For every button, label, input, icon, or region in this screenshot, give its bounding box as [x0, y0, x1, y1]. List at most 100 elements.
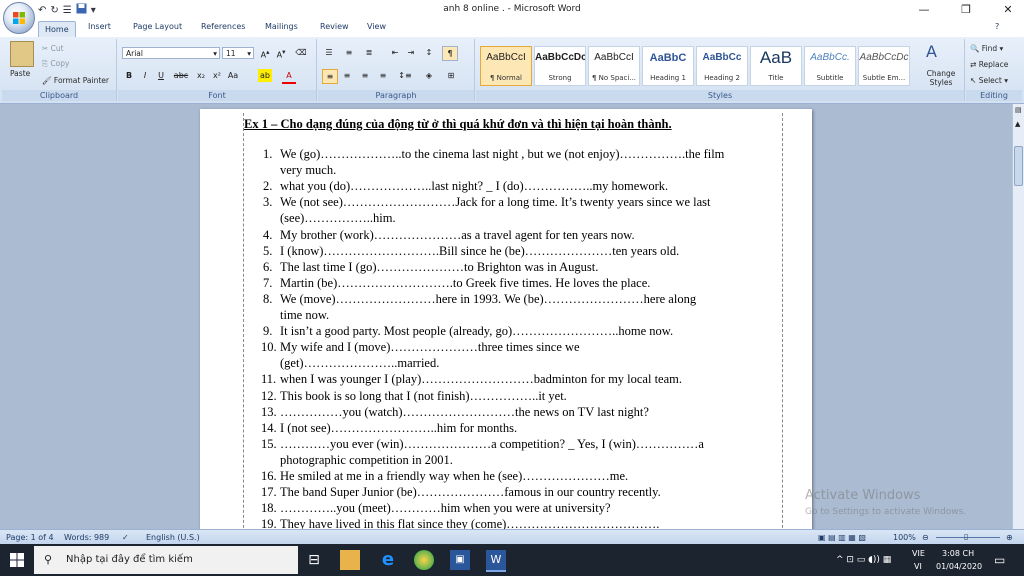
superscript-icon[interactable]: x²	[210, 69, 224, 82]
undo-icon[interactable]: ↶	[38, 5, 46, 16]
tray-icons[interactable]: ^ ⊡ ▭ ◖)) ▦	[836, 555, 891, 565]
minimize-button[interactable]: —	[904, 0, 944, 20]
page-count[interactable]: Page: 1 of 4	[6, 533, 54, 542]
font-size-combo[interactable]: 11 ▾	[222, 47, 254, 59]
input-language-top[interactable]: VIE	[912, 549, 925, 558]
strikethrough-icon[interactable]: abc	[172, 69, 190, 82]
zoom-slider-thumb[interactable]: ▯	[964, 532, 968, 541]
justify-icon[interactable]: ≡	[376, 69, 390, 82]
save-icon[interactable]	[76, 3, 87, 17]
line-spacing-icon[interactable]: ↕≡	[398, 69, 412, 82]
borders-icon[interactable]: ⊞	[444, 69, 458, 82]
text-area[interactable]: Ex 1 – Cho dạng đúng của động từ ở thì q…	[243, 113, 783, 529]
find-button[interactable]: 🔍 Find ▾	[970, 44, 1003, 53]
bullets-icon[interactable]: ☰	[63, 5, 72, 16]
bullets-list-icon[interactable]: ☰	[322, 46, 336, 59]
shading-icon[interactable]: ◈	[422, 69, 436, 82]
view-buttons[interactable]: ▣ ▤ ▥ ▦ ▧	[818, 533, 866, 542]
format-painter-button[interactable]: 🖌 Format Painter	[42, 76, 109, 85]
style-sample: AaB	[759, 48, 793, 67]
help-icon[interactable]: ?	[995, 22, 999, 31]
document-page[interactable]: Ex 1 – Cho dạng đúng của động từ ở thì q…	[200, 109, 812, 529]
copy-button[interactable]: ⎘ Copy	[42, 59, 69, 69]
numbering-icon[interactable]: ≡	[342, 46, 356, 59]
styles-group: AaBbCcI ¶ Normal AaBbCcDc Strong AaBbCcI ¶ No…	[476, 39, 965, 101]
highlight-icon[interactable]: ab	[258, 69, 272, 82]
style-item[interactable]: AaBbCcI ¶ No Spaci...	[588, 46, 640, 86]
clear-format-icon[interactable]: ⌫	[294, 46, 308, 59]
tab-review[interactable]: Review	[320, 22, 349, 31]
font-name-combo[interactable]: Arial ▾	[122, 47, 220, 59]
close-button[interactable]: ✕	[988, 0, 1024, 20]
style-sample: AaBbCc.	[810, 52, 850, 63]
zoom-level[interactable]: 100%	[893, 533, 916, 542]
grow-font-icon[interactable]: A▴	[258, 46, 272, 60]
style-item[interactable]: AaBbCc Heading 2	[696, 46, 748, 86]
style-item[interactable]: AaBbC Heading 1	[642, 46, 694, 86]
exercise-line: what you (do)………………..last night? _ I (do…	[280, 179, 669, 194]
multilevel-list-icon[interactable]: ≣	[362, 46, 376, 59]
word-count[interactable]: Words: 989	[64, 533, 109, 542]
change-case-icon[interactable]: Aa	[226, 69, 240, 82]
clock-date[interactable]: 01/04/2020	[936, 562, 982, 571]
tab-insert[interactable]: Insert	[88, 22, 111, 31]
style-item[interactable]: AaB Title	[750, 46, 802, 86]
show-marks-icon[interactable]: ¶	[442, 46, 458, 61]
tab-mailings[interactable]: Mailings	[265, 22, 298, 31]
windows-start-icon[interactable]	[10, 553, 24, 567]
align-left-icon[interactable]: ≡	[322, 69, 338, 84]
style-item[interactable]: AaBbCcDc Subtle Em...	[858, 46, 910, 86]
paste-icon[interactable]	[10, 41, 34, 67]
increase-indent-icon[interactable]: ⇥	[404, 46, 418, 59]
zoom-in-icon[interactable]: ⊕	[1006, 533, 1013, 542]
taskbar-search-box[interactable]: ⚲ Nhập tại đây để tìm kiếm	[34, 546, 298, 574]
tab-view[interactable]: View	[367, 22, 386, 31]
select-button[interactable]: ↖ Select ▾	[970, 76, 1008, 85]
language-indicator[interactable]: English (U.S.)	[146, 533, 200, 542]
align-center-icon[interactable]: ≡	[340, 69, 354, 82]
paragraph-group: ☰ ≡ ≣ ⇤ ⇥ ↕ ¶ ≡ ≡ ≡ ≡ ↕≡ ◈ ⊞ Paragraph	[318, 39, 475, 101]
tab-home[interactable]: Home	[38, 21, 76, 37]
tab-page-layout[interactable]: Page Layout	[133, 22, 182, 31]
style-item[interactable]: AaBbCcDc Strong	[534, 46, 586, 86]
italic-icon[interactable]: I	[138, 69, 152, 82]
align-right-icon[interactable]: ≡	[358, 69, 372, 82]
word-taskbar-icon[interactable]: W	[486, 550, 506, 572]
customize-qat-icon[interactable]: ▾	[91, 5, 96, 16]
cut-button[interactable]: ✂ Cut	[42, 44, 64, 53]
paste-button[interactable]: Paste	[10, 69, 30, 78]
notification-icon[interactable]: ▭	[994, 553, 1005, 567]
style-item[interactable]: AaBbCcI ¶ Normal	[480, 46, 532, 86]
coccoc-browser-icon[interactable]	[414, 550, 434, 570]
tab-references[interactable]: References	[201, 22, 245, 31]
scroll-thumb[interactable]	[1014, 146, 1023, 186]
edge-icon[interactable]: e	[378, 550, 398, 570]
ruler-toggle-icon[interactable]: ▤	[1015, 106, 1022, 114]
font-color-icon[interactable]: A	[282, 69, 296, 84]
store-icon[interactable]: ▣	[450, 550, 470, 570]
change-styles-button[interactable]: Change Styles	[922, 69, 960, 87]
decrease-indent-icon[interactable]: ⇤	[388, 46, 402, 59]
style-item[interactable]: AaBbCc. Subtitle	[804, 46, 856, 86]
subscript-icon[interactable]: x₂	[194, 69, 208, 82]
restore-button[interactable]: ❐	[946, 0, 986, 20]
change-styles-icon[interactable]: A	[926, 42, 937, 61]
underline-icon[interactable]: U	[154, 69, 168, 82]
file-explorer-icon[interactable]	[340, 550, 360, 570]
zoom-out-icon[interactable]: ⊖	[922, 533, 929, 542]
proofing-icon[interactable]: ✓	[122, 533, 129, 542]
redo-icon[interactable]: ↻	[50, 5, 58, 16]
input-language-bottom[interactable]: VI	[914, 562, 922, 571]
clock-time[interactable]: 3:08 CH	[942, 549, 974, 558]
activation-watermark-title: Activate Windows	[805, 488, 921, 503]
search-placeholder: Nhập tại đây để tìm kiếm	[66, 554, 193, 565]
vertical-scrollbar[interactable]: ▤ ▲	[1012, 104, 1024, 529]
replace-button[interactable]: ⇄ Replace	[970, 60, 1008, 69]
exercise-line: ……………you (watch)………………………the news on TV …	[280, 404, 649, 419]
bold-icon[interactable]: B	[122, 69, 136, 82]
task-view-icon[interactable]: ⊟	[304, 550, 324, 570]
office-button[interactable]	[3, 2, 35, 34]
scroll-up-icon[interactable]: ▲	[1015, 120, 1020, 128]
shrink-font-icon[interactable]: A▾	[274, 46, 288, 60]
sort-icon[interactable]: ↕	[422, 46, 436, 59]
